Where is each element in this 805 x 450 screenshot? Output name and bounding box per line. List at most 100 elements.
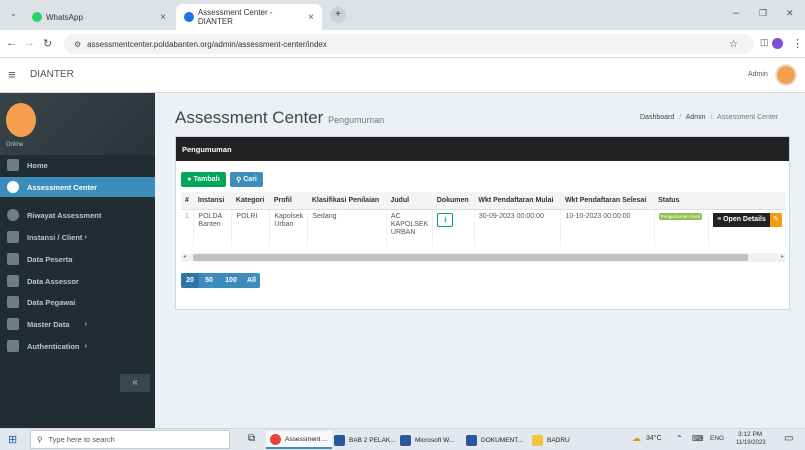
plus-circle-icon: ● — [187, 176, 192, 183]
taskbar-search-field[interactable]: ⚲ Type here to search — [30, 430, 230, 449]
language-indicator[interactable]: ENG — [710, 435, 724, 442]
reload-icon[interactable]: ↻ — [43, 37, 52, 50]
clock-date[interactable]: 11/19/2023 — [736, 440, 766, 446]
sidebar-item-label: Data Peserta — [27, 254, 73, 264]
globe-icon — [184, 12, 194, 22]
notification-icon[interactable]: ▭ — [784, 433, 793, 444]
taskbar-app-word-2[interactable]: Microsoft W... — [396, 431, 458, 449]
sidebar-item-data-assessor[interactable]: Data Assessor — [0, 271, 155, 291]
new-tab-button[interactable]: + — [330, 7, 346, 23]
sidebar-item-label: Instansi / Client — [27, 232, 83, 242]
column-header: Klasifikasi Penilaian — [307, 192, 387, 210]
extensions-icon[interactable]: ◫ — [760, 37, 769, 48]
page-size-all[interactable]: All — [243, 273, 260, 288]
column-header: Wkt Pendaftaran Mulai — [474, 192, 561, 210]
keyboard-icon[interactable]: ⌨ — [692, 434, 704, 443]
bookmark-star-icon[interactable]: ☆ — [729, 39, 738, 50]
sidebar-item-master-data[interactable]: Master Data › — [0, 314, 155, 334]
minimize-button[interactable]: – — [733, 7, 739, 19]
open-details-button[interactable]: ≡ Open Details — [713, 212, 770, 227]
edit-button[interactable]: ✎ — [769, 212, 782, 227]
search-button[interactable]: ⚲ Cari — [230, 172, 263, 187]
add-button[interactable]: ● Tambah — [181, 172, 226, 187]
clock-time[interactable]: 3:12 PM — [738, 431, 762, 438]
browser-tab-bar: ⌄ WhatsApp × Assessment Center - DIANTER… — [0, 0, 805, 30]
weather-temp[interactable]: 34°C — [646, 435, 662, 442]
scroll-right-icon[interactable]: ▸ — [781, 253, 784, 260]
sidebar-item-data-peserta[interactable]: Data Peserta — [0, 249, 155, 269]
hamburger-icon[interactable]: ≡ — [8, 67, 16, 82]
sidebar-item-label: Data Pegawai — [27, 297, 76, 307]
horizontal-scrollbar[interactable]: ◂ ▸ — [181, 253, 786, 262]
online-status: Online — [6, 142, 24, 148]
box-header: Pengumuman — [176, 137, 789, 161]
maximize-button[interactable]: ❐ — [759, 8, 767, 19]
taskbar-app-word-1[interactable]: BAB 2 PELAK... — [330, 431, 400, 449]
page-size-selector: 20 50 100 All — [181, 273, 260, 288]
group-icon — [7, 296, 19, 308]
folder-icon — [532, 434, 543, 446]
back-icon[interactable]: ← — [6, 37, 17, 49]
page-size-100[interactable]: 100 — [219, 273, 243, 288]
sidebar-item-home[interactable]: Home — [0, 155, 155, 175]
sidebar-item-label: Data Assessor — [27, 276, 79, 286]
key-icon — [7, 340, 19, 352]
tab-label: Assessment Center - DIANTER — [197, 8, 273, 26]
tab-list-icon[interactable]: ⌄ — [10, 9, 17, 18]
search-icon: ⚲ — [236, 176, 242, 184]
search-button-label: Cari — [243, 176, 257, 183]
sidebar-collapse-button[interactable]: « — [120, 374, 150, 392]
pengumuman-table: # Instansi Kategori Profil Klasifikasi P… — [181, 192, 786, 247]
close-tab-icon[interactable]: × — [308, 12, 314, 23]
url-field[interactable]: ⚙ assessmentcenter.poldabanten.org/admin… — [64, 34, 754, 54]
tab-label: WhatsApp — [46, 12, 83, 22]
cell-dokumen: ⭳ — [432, 209, 475, 247]
close-tab-icon[interactable]: × — [160, 12, 166, 23]
box-title: Pengumuman — [182, 145, 232, 154]
sidebar-item-assessment-center[interactable]: Assessment Center — [0, 177, 155, 197]
breadcrumb-dashboard[interactable]: Dashboard — [640, 114, 674, 121]
sidebar-item-riwayat-assessment[interactable]: Riwayat Assessment — [0, 205, 155, 225]
scroll-left-icon[interactable]: ◂ — [183, 253, 186, 260]
page-size-50[interactable]: 50 — [199, 273, 219, 288]
taskbar-app-label: Assessment ... — [285, 435, 328, 443]
site-info-icon[interactable]: ⚙ — [74, 40, 81, 49]
browser-menu-icon[interactable]: ⋮ — [792, 37, 803, 50]
page-size-20[interactable]: 20 — [181, 273, 199, 288]
taskbar-app-chrome[interactable]: Assessment ... — [266, 431, 332, 449]
forward-icon[interactable]: → — [24, 37, 35, 49]
cell-profil: Kapolsek Urban — [269, 209, 309, 247]
chrome-icon — [270, 433, 281, 445]
taskbar-app-folder[interactable]: BADRU — [528, 431, 574, 449]
breadcrumb: Dashboard / Admin / Assessment Center — [640, 114, 779, 121]
tab-assessment-center[interactable]: Assessment Center - DIANTER × — [176, 4, 322, 30]
sidebar-item-instansi-client[interactable]: Instansi / Client › — [0, 227, 155, 247]
column-header: Kategori — [231, 192, 270, 210]
building-icon — [7, 231, 19, 243]
table-header-row: # Instansi Kategori Profil Klasifikasi P… — [181, 192, 786, 210]
cell-instansi: POLDA Banten — [193, 209, 233, 247]
user-icon — [7, 275, 19, 287]
sidebar-item-authentication[interactable]: Authentication › — [0, 336, 155, 356]
scrollbar-thumb[interactable] — [193, 254, 748, 261]
download-icon[interactable]: ⭳ — [437, 212, 454, 227]
user-avatar[interactable] — [775, 64, 797, 86]
column-header: Instansi — [193, 192, 232, 210]
cell-kategori: POLRI — [231, 209, 271, 247]
taskbar-app-word-3[interactable]: DOKUMENT... — [462, 431, 527, 449]
user-name[interactable]: Admin — [748, 71, 768, 78]
close-window-button[interactable]: ✕ — [786, 8, 794, 19]
status-badge: Pengumuman Hasil — [658, 212, 702, 220]
column-header: Status — [654, 192, 709, 210]
windows-start-icon[interactable]: ⊞ — [8, 433, 17, 446]
tab-whatsapp[interactable]: WhatsApp × — [24, 4, 174, 30]
user-panel: Online — [0, 93, 155, 155]
breadcrumb-admin[interactable]: Admin — [686, 114, 706, 121]
sidebar-item-label: Assessment Center — [27, 182, 98, 192]
add-button-label: Tambah — [193, 176, 220, 183]
sidebar-item-label: Home — [27, 160, 48, 170]
task-view-icon[interactable]: ⧉ — [248, 433, 255, 444]
tray-chevron-icon[interactable]: ⌃ — [676, 434, 683, 443]
profile-avatar[interactable] — [772, 38, 783, 49]
sidebar-item-data-pegawai[interactable]: Data Pegawai — [0, 292, 155, 312]
